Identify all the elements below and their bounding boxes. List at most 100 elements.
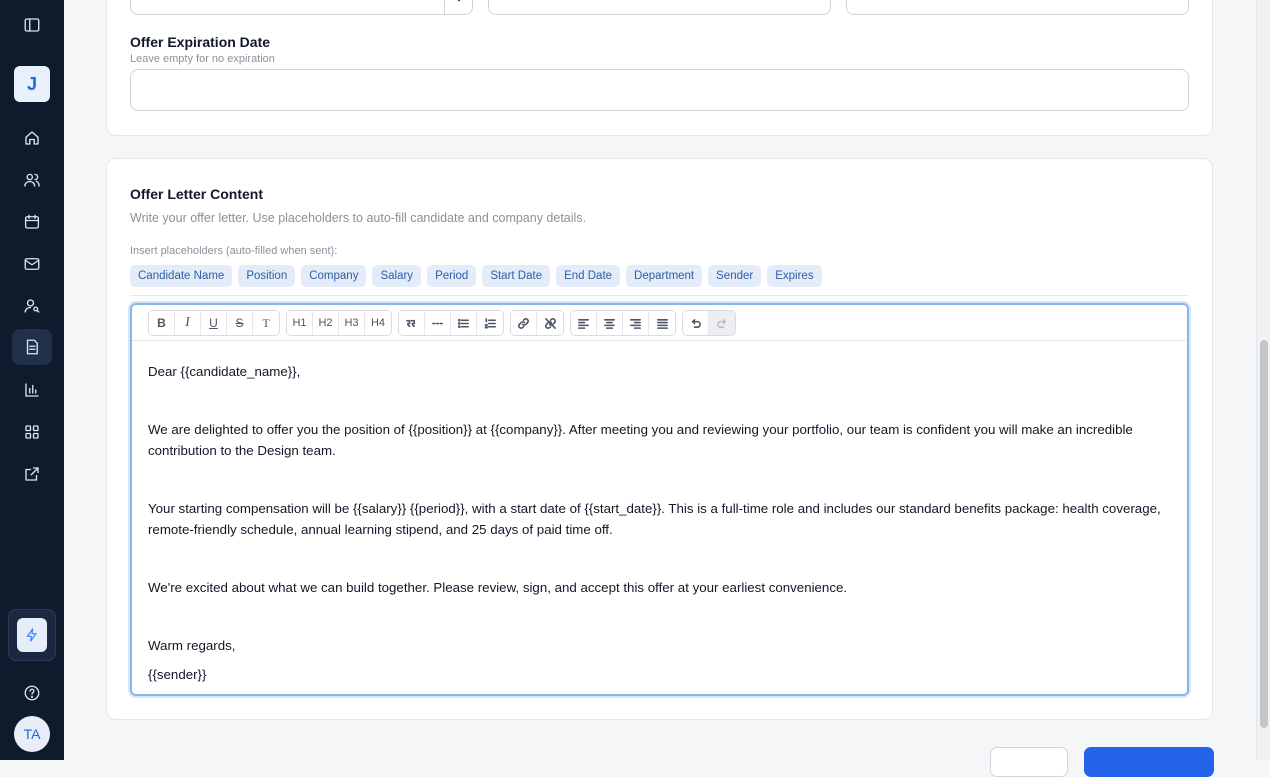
sidebar-item-external[interactable] <box>12 456 52 492</box>
strikethrough-button[interactable]: S <box>227 311 253 335</box>
scrollbar-thumb[interactable] <box>1260 340 1268 728</box>
chip-department[interactable]: Department <box>626 265 703 287</box>
letter-closing: Warm regards, <box>148 638 236 653</box>
page-scrollbar[interactable] <box>1256 0 1270 760</box>
chevron-down-icon <box>457 0 460 1</box>
placeholders-label: Insert placeholders (auto-filled when se… <box>130 245 338 257</box>
quick-actions-panel <box>8 609 56 661</box>
align-left-button[interactable] <box>571 311 597 335</box>
sidebar-toggle-icon <box>24 18 40 32</box>
chip-period[interactable]: Period <box>427 265 477 287</box>
link-button[interactable] <box>511 311 537 335</box>
user-avatar[interactable]: TA <box>14 716 50 752</box>
offer-details-card <box>106 0 1213 136</box>
letter-signature: {{sender}} <box>148 667 207 682</box>
help-button[interactable] <box>12 675 52 711</box>
numbered-list-button[interactable] <box>477 311 503 335</box>
chip-sender[interactable]: Sender <box>708 265 762 287</box>
user-search-icon <box>24 299 40 313</box>
format-group: B I U S T <box>148 310 280 336</box>
expiration-help: Leave empty for no expiration <box>130 53 275 65</box>
align-justify-icon <box>656 318 668 329</box>
link-group <box>510 310 564 336</box>
letter-paragraph-2: Your starting compensation will be {{sal… <box>148 501 1161 537</box>
toggle-sidebar-button[interactable] <box>12 7 52 43</box>
chart-icon <box>25 383 39 397</box>
horizontal-rule-icon <box>432 322 443 324</box>
sidebar-item-offers[interactable] <box>12 329 52 365</box>
home-icon <box>25 131 39 145</box>
chip-company[interactable]: Company <box>301 265 367 287</box>
sidebar-item-analytics[interactable] <box>12 372 52 408</box>
external-link-icon <box>25 467 39 481</box>
redo-icon <box>716 318 726 328</box>
expiration-date-input[interactable] <box>130 69 1189 111</box>
history-group <box>682 310 736 336</box>
calendar-icon <box>24 214 40 229</box>
sidebar-item-home[interactable] <box>12 120 52 156</box>
letter-paragraph-1: We are delighted to offer you the positi… <box>148 422 1133 458</box>
h2-button[interactable]: H2 <box>313 311 339 335</box>
placeholder-chips: Candidate Name Position Company Salary P… <box>130 265 822 287</box>
sidebar-item-candidates[interactable] <box>12 162 52 198</box>
content-subtitle: Write your offer letter. Use placeholder… <box>130 211 587 225</box>
quote-icon <box>406 319 416 327</box>
align-justify-button[interactable] <box>649 311 675 335</box>
sidebar-item-apps[interactable] <box>12 414 52 450</box>
undo-button[interactable] <box>683 311 709 335</box>
undo-icon <box>691 318 701 328</box>
bullet-list-button[interactable] <box>451 311 477 335</box>
align-right-button[interactable] <box>623 311 649 335</box>
bullet-list-icon <box>457 318 469 328</box>
unlink-icon <box>544 317 556 329</box>
sidebar-item-talent-search[interactable] <box>12 288 52 324</box>
divider <box>130 295 1188 296</box>
h4-button[interactable]: H4 <box>365 311 391 335</box>
select-caret[interactable] <box>444 0 472 14</box>
italic-button[interactable]: I <box>175 311 201 335</box>
editor-toolbar: B I U S T H1 H2 H3 H4 <box>132 305 1187 341</box>
blockquote-button[interactable] <box>399 311 425 335</box>
document-icon <box>26 339 38 355</box>
chip-candidate-name[interactable]: Candidate Name <box>130 265 233 287</box>
horizontal-rule-button[interactable] <box>425 311 451 335</box>
sidebar: J TA <box>0 0 64 760</box>
details-field-2[interactable] <box>488 0 831 15</box>
chip-expires[interactable]: Expires <box>767 265 822 287</box>
link-icon <box>518 317 529 329</box>
block-group <box>398 310 504 336</box>
align-right-icon <box>630 318 641 329</box>
h3-button[interactable]: H3 <box>339 311 365 335</box>
unlink-button[interactable] <box>537 311 563 335</box>
clear-format-button[interactable]: T <box>253 311 279 335</box>
chip-start-date[interactable]: Start Date <box>482 265 551 287</box>
help-icon <box>24 685 40 701</box>
chip-salary[interactable]: Salary <box>372 265 422 287</box>
underline-button[interactable]: U <box>201 311 227 335</box>
bolt-icon <box>26 628 37 642</box>
sidebar-item-calendar[interactable] <box>12 204 52 240</box>
editor-content[interactable]: Dear {{candidate_name}}, We are delighte… <box>148 361 1173 685</box>
send-offer-button[interactable] <box>1084 747 1214 777</box>
grid-icon <box>25 425 39 439</box>
mail-icon <box>24 258 40 270</box>
details-field-3[interactable] <box>846 0 1189 15</box>
redo-button[interactable] <box>709 311 735 335</box>
sidebar-item-messages[interactable] <box>12 246 52 282</box>
quick-actions-button[interactable] <box>17 618 47 652</box>
h1-button[interactable]: H1 <box>287 311 313 335</box>
bold-button[interactable]: B <box>149 311 175 335</box>
heading-group: H1 H2 H3 H4 <box>286 310 392 336</box>
users-icon <box>24 173 40 187</box>
content-title: Offer Letter Content <box>130 186 263 202</box>
letter-paragraph-3: We're excited about what we can build to… <box>148 580 848 595</box>
align-center-button[interactable] <box>597 311 623 335</box>
workspace-logo[interactable]: J <box>14 66 50 102</box>
align-left-icon <box>578 318 589 329</box>
chip-position[interactable]: Position <box>238 265 296 287</box>
currency-select[interactable] <box>130 0 473 15</box>
chip-end-date[interactable]: End Date <box>556 265 621 287</box>
rich-text-editor[interactable]: B I U S T H1 H2 H3 H4 Dear {{candidate_n… <box>130 303 1189 696</box>
cancel-button[interactable] <box>990 747 1068 777</box>
align-center-icon <box>604 318 615 329</box>
